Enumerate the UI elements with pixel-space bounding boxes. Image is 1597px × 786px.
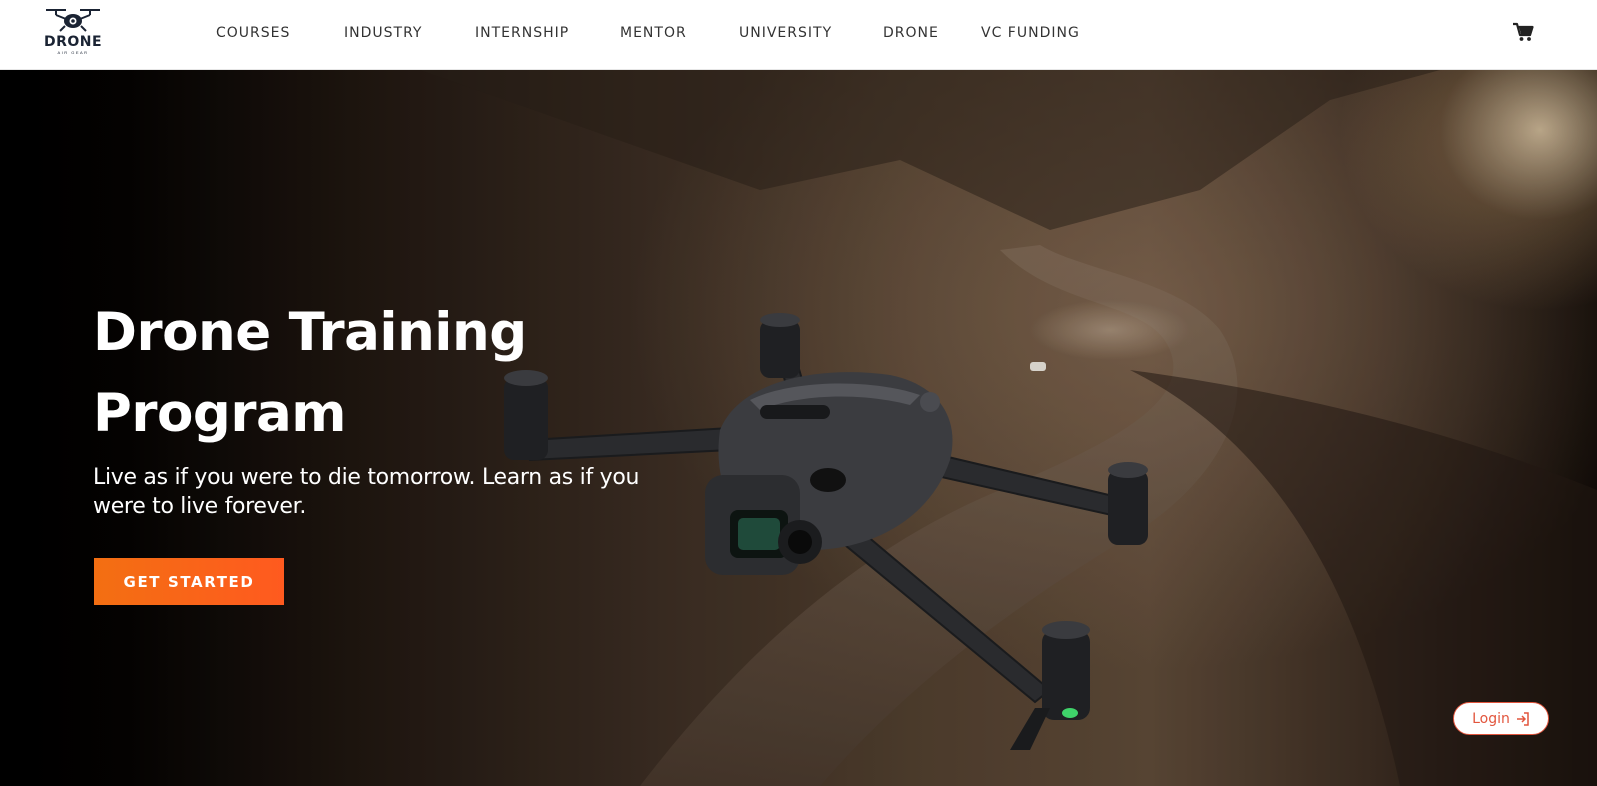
nav-item-mentor[interactable]: MENTOR <box>620 25 687 41</box>
brand-tagline: AIR GEAR <box>57 50 89 55</box>
login-label: Login <box>1472 710 1510 727</box>
get-started-button[interactable]: GET STARTED <box>94 558 284 605</box>
site-header: DRONE AIR GEAR COURSES INDUSTRY INTERNSH… <box>0 0 1597 70</box>
hero-subtitle: Live as if you were to die tomorrow. Lea… <box>93 465 640 519</box>
drone-logo-icon <box>46 9 100 32</box>
login-button[interactable]: Login <box>1453 702 1549 735</box>
shopping-cart-icon[interactable] <box>1512 22 1534 42</box>
nav-item-industry[interactable]: INDUSTRY <box>344 25 422 41</box>
hero-title: Drone Training Program <box>93 292 653 454</box>
brand-logo[interactable]: DRONE AIR GEAR <box>40 6 106 62</box>
nav-item-vc-funding[interactable]: VC FUNDING <box>981 25 1080 41</box>
login-arrow-icon <box>1516 711 1529 726</box>
hero-section: Drone Training Program Live as if you we… <box>0 70 1597 786</box>
hero-title-line1: Drone Training <box>93 302 527 363</box>
nav-item-drone[interactable]: DRONE <box>883 25 939 41</box>
nav-item-university[interactable]: UNIVERSITY <box>739 25 832 41</box>
hero-title-line2: Program <box>93 383 346 444</box>
nav-item-internship[interactable]: INTERNSHIP <box>475 25 569 41</box>
brand-name: DRONE <box>43 34 103 50</box>
nav-item-courses[interactable]: COURSES <box>216 25 290 41</box>
